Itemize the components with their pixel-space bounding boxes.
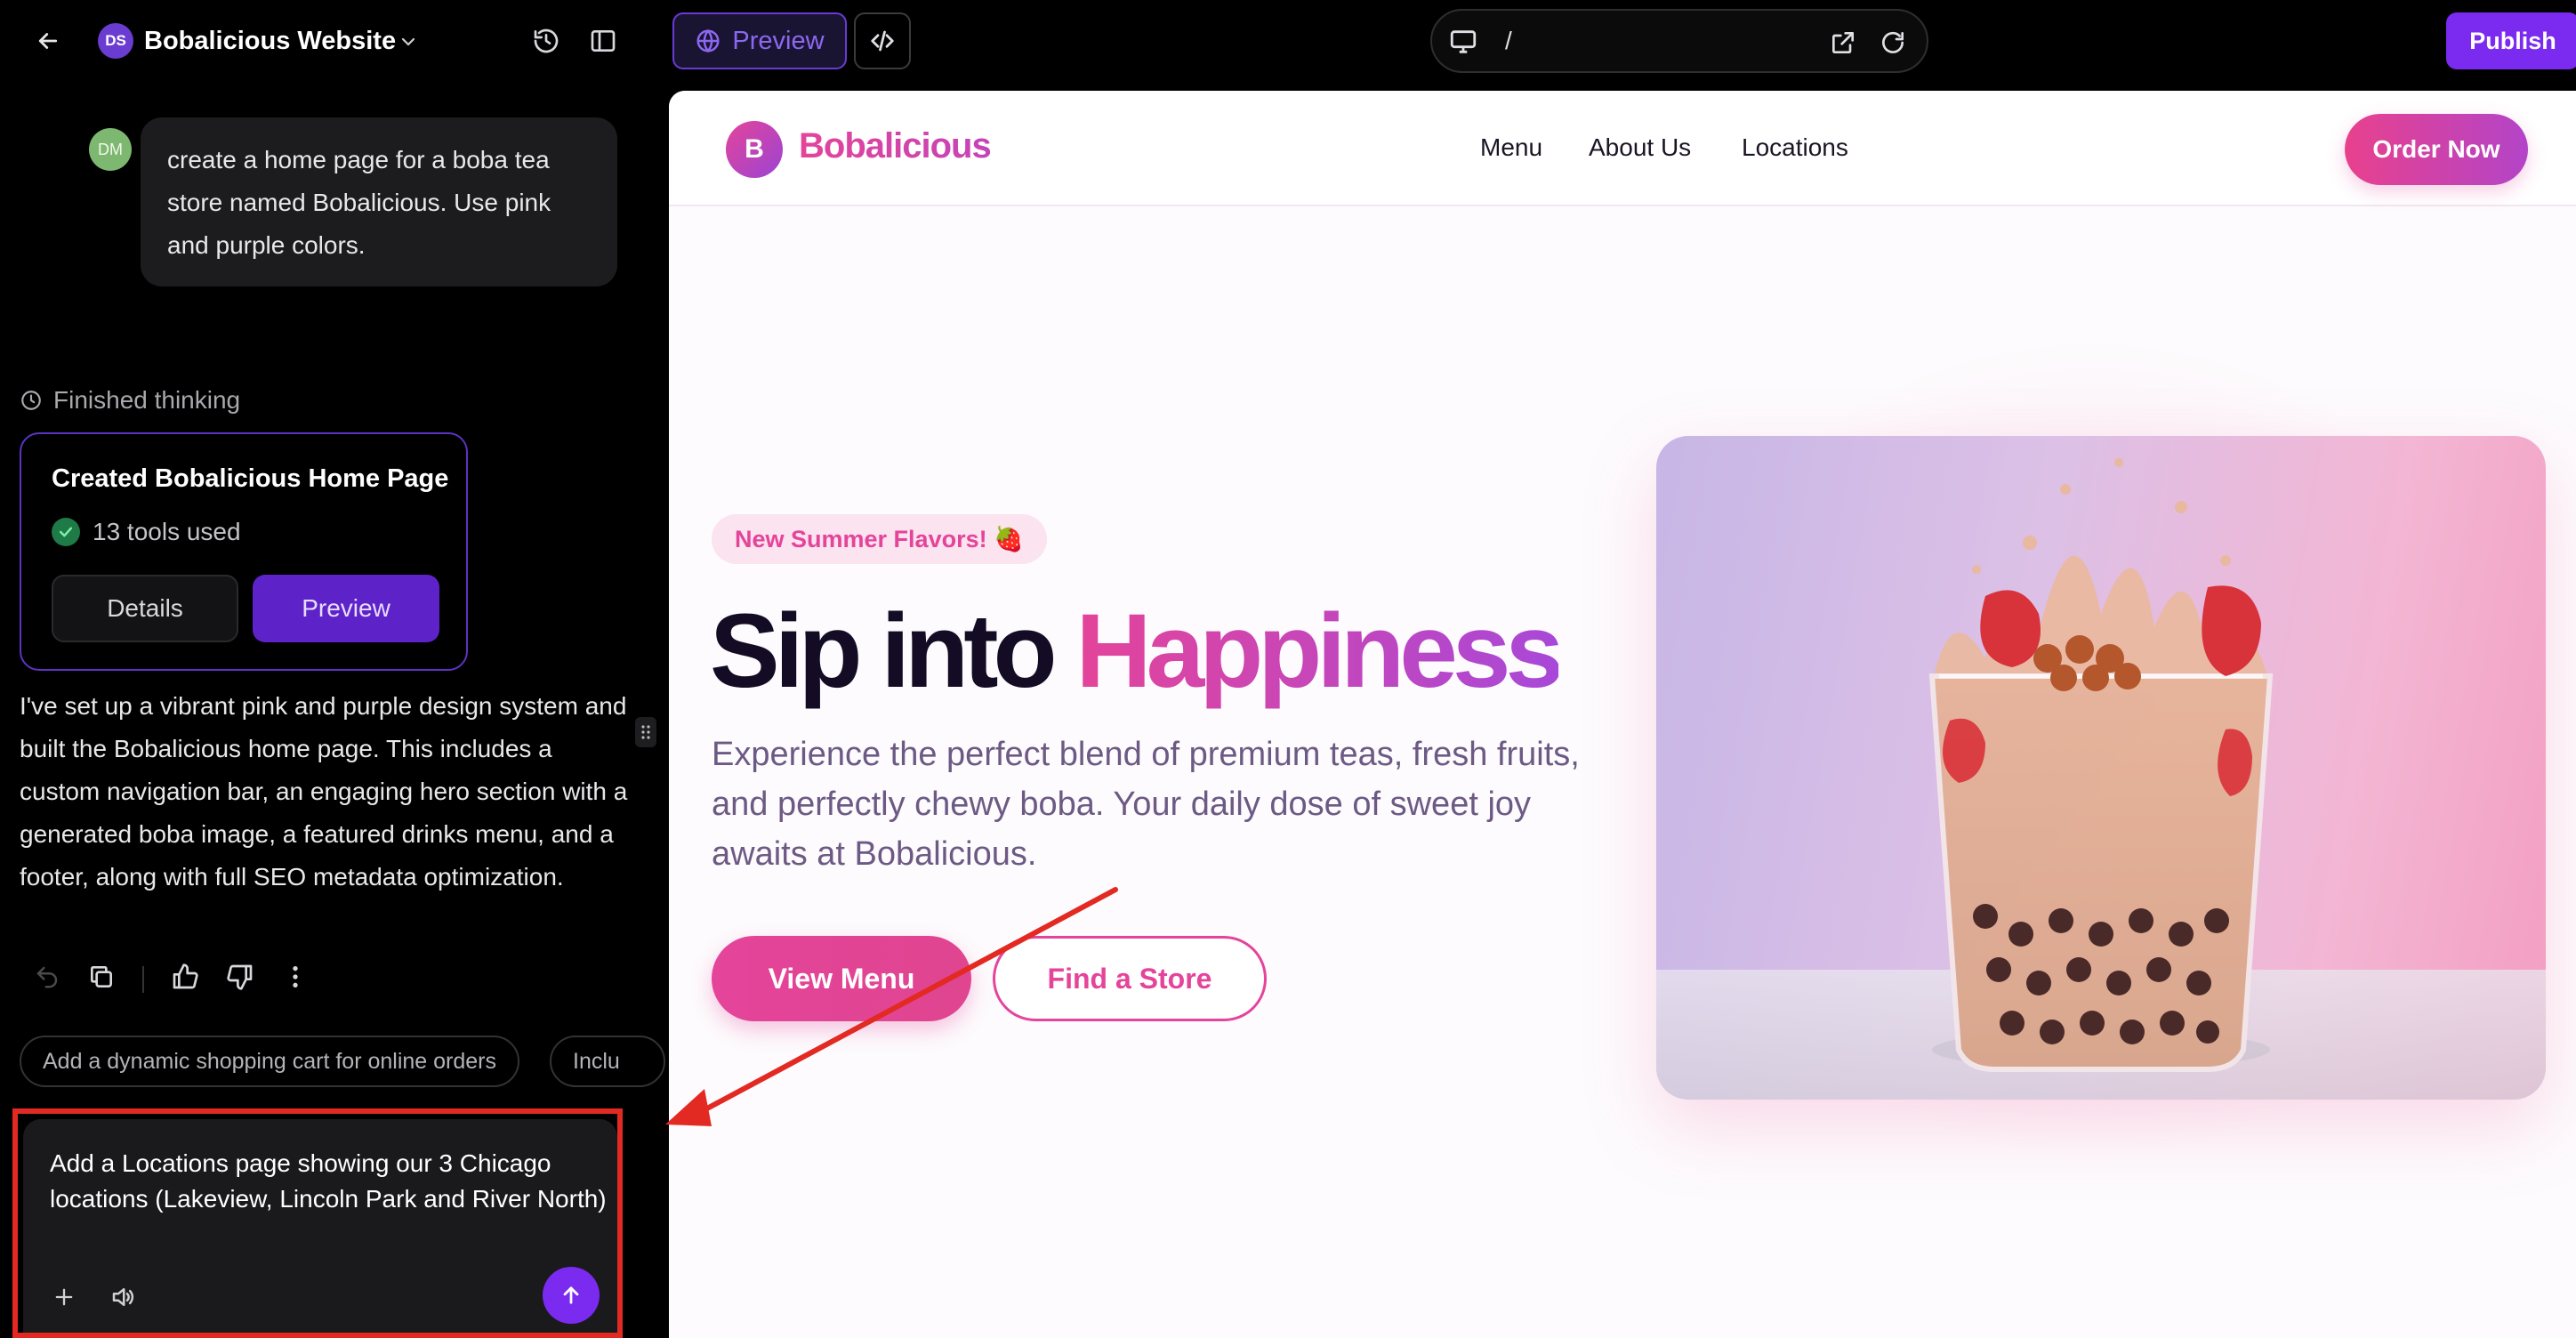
message-actions: [34, 963, 310, 995]
chevron-down-icon[interactable]: [393, 27, 423, 57]
suggestion-chip[interactable]: Inclu: [550, 1036, 665, 1087]
sidebar-toggle-icon[interactable]: [584, 21, 623, 60]
view-menu-button[interactable]: View Menu: [712, 936, 971, 1021]
order-now-button[interactable]: Order Now: [2345, 114, 2528, 185]
task-title: Created Bobalicious Home Page: [52, 464, 449, 493]
nav-link-menu[interactable]: Menu: [1480, 133, 1542, 162]
nav-link-about[interactable]: About Us: [1589, 133, 1691, 162]
url-bar[interactable]: /: [1430, 9, 1928, 73]
url-path[interactable]: /: [1505, 27, 1512, 55]
clock-icon: [21, 391, 41, 410]
thinking-label: Finished thinking: [53, 386, 241, 414]
thumbs-up-icon[interactable]: [171, 963, 199, 995]
copy-icon[interactable]: [87, 963, 116, 995]
tools-used-label: 13 tools used: [93, 518, 241, 545]
hero-title-main: Sip into: [710, 592, 1076, 710]
thinking-status[interactable]: Finished thinking: [20, 386, 240, 415]
undo-icon[interactable]: [34, 963, 60, 995]
more-vertical-icon[interactable]: [281, 963, 310, 995]
boba-hero-image: [1656, 436, 2546, 1100]
check-icon: [52, 518, 80, 546]
hero-title: Sip into Happiness: [710, 589, 1564, 713]
suggestion-chip[interactable]: Add a dynamic shopping cart for online o…: [20, 1036, 520, 1087]
hero-title-accent: Happiness: [1075, 592, 1564, 710]
project-title[interactable]: Bobalicious Website: [144, 23, 396, 59]
nav-link-locations[interactable]: Locations: [1742, 133, 1848, 162]
chat-panel: DS Bobalicious Website DM create a home …: [0, 0, 669, 1338]
boba-drink-illustration: [1656, 458, 2546, 1100]
promo-badge: New Summer Flavors! 🍓: [712, 514, 1047, 564]
globe-icon: [696, 28, 720, 53]
divider: [142, 965, 144, 993]
desktop-icon[interactable]: [1448, 27, 1478, 61]
find-store-button[interactable]: Find a Store: [993, 936, 1267, 1021]
task-card: Created Bobalicious Home Page 13 tools u…: [20, 432, 468, 671]
site-logo[interactable]: B: [726, 121, 783, 178]
website-preview: B Bobalicious Menu About Us Locations Or…: [669, 91, 2576, 1338]
details-button[interactable]: Details: [52, 575, 238, 642]
code-icon: [871, 30, 894, 52]
highlight-box: [12, 1108, 623, 1338]
tab-code[interactable]: [854, 12, 911, 69]
assistant-message: I've set up a vibrant pink and purple de…: [20, 692, 628, 891]
tab-preview[interactable]: Preview: [672, 12, 847, 69]
preview-button[interactable]: Preview: [253, 575, 439, 642]
site-brand[interactable]: Bobalicious: [799, 126, 992, 166]
history-icon[interactable]: [527, 21, 566, 60]
site-navbar: B Bobalicious Menu About Us Locations Or…: [669, 91, 2576, 206]
back-arrow-icon[interactable]: [30, 20, 66, 62]
user-avatar: DM: [89, 128, 132, 171]
publish-button[interactable]: Publish: [2446, 12, 2576, 69]
user-message: create a home page for a boba tea store …: [141, 117, 617, 286]
resize-handle[interactable]: [635, 717, 656, 747]
project-avatar: DS: [98, 23, 133, 59]
tools-used: 13 tools used: [52, 518, 241, 546]
hero-subtitle: Experience the perfect blend of premium …: [712, 736, 1580, 873]
refresh-icon[interactable]: [1879, 28, 1907, 61]
external-link-icon[interactable]: [1829, 28, 1857, 61]
tab-preview-label: Preview: [732, 26, 825, 55]
thumbs-down-icon[interactable]: [226, 963, 254, 995]
